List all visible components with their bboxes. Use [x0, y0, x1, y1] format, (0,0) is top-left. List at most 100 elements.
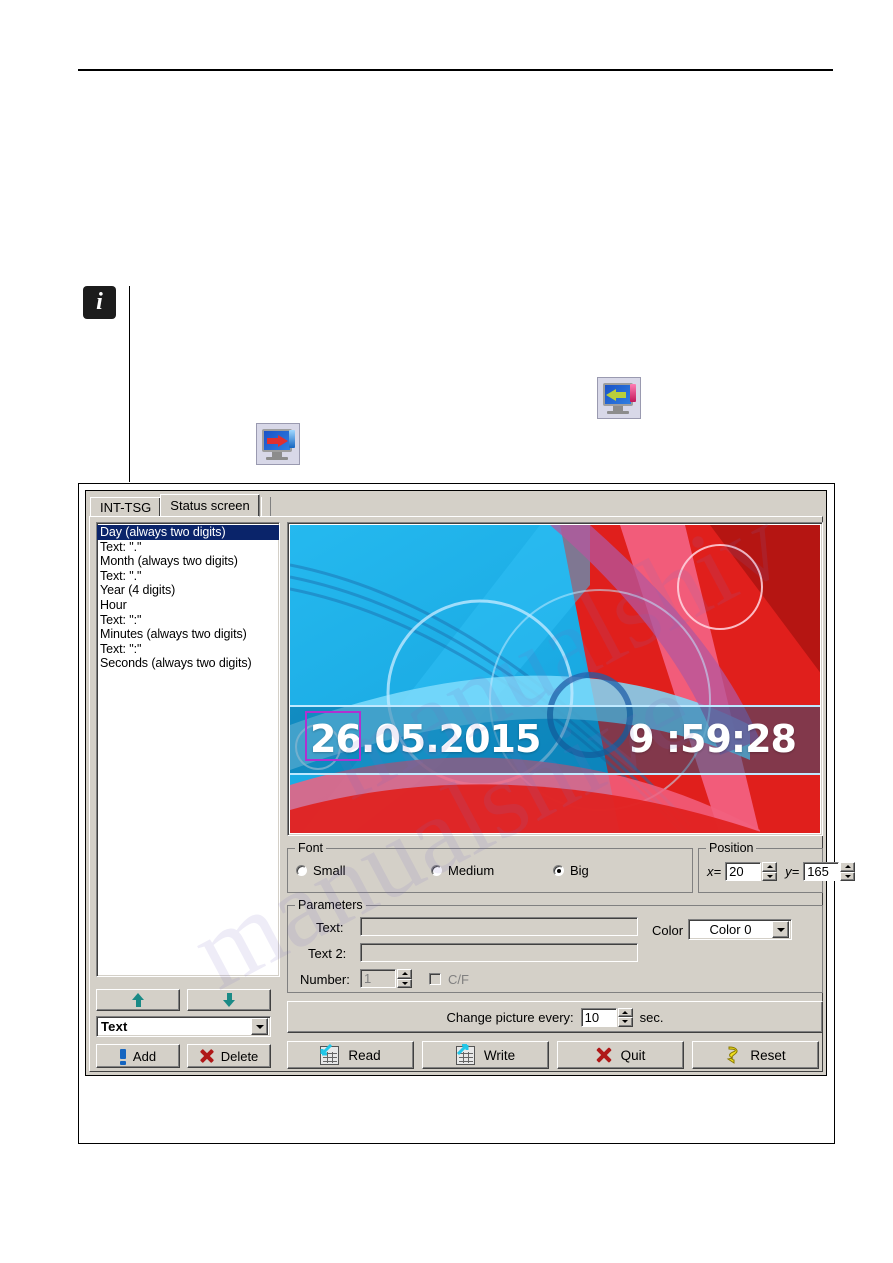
reset-button[interactable]: Reset [692, 1041, 819, 1069]
stepper-up-button[interactable] [840, 862, 856, 872]
write-button[interactable]: Write [422, 1041, 549, 1069]
arrow-down-icon [223, 993, 235, 1007]
element-list-items: Day (always two digits) Text: "." Month … [97, 523, 279, 671]
change-picture-unit: sec. [639, 1009, 664, 1025]
triangle-up-icon [622, 1010, 629, 1014]
arrow-right-glyph [278, 435, 288, 447]
radio-font-medium-label: Medium [448, 863, 495, 878]
triangle-down-icon [401, 981, 408, 985]
read-button[interactable]: Read [287, 1041, 414, 1069]
add-button[interactable]: Add [96, 1044, 180, 1068]
page-header-rule [78, 69, 833, 71]
element-type-combo[interactable]: Text [96, 1016, 271, 1037]
position-x-stepper[interactable]: 20 [725, 862, 778, 881]
position-row: x= 20 y= 165 [707, 862, 856, 881]
list-item[interactable]: Minutes (always two digits) [97, 627, 279, 642]
tab-int-tsg[interactable]: INT-TSG [90, 497, 162, 517]
number-stepper[interactable]: 1 [360, 969, 412, 988]
change-picture-stepper-buttons[interactable] [617, 1007, 633, 1027]
preview-wallpaper [290, 525, 820, 833]
delete-button-label: Delete [220, 1048, 259, 1064]
chevron-down-icon[interactable] [251, 1018, 268, 1035]
number-stepper-buttons[interactable] [397, 969, 412, 988]
quit-button[interactable]: Quit [557, 1041, 684, 1069]
list-item[interactable]: Text: "." [97, 569, 279, 584]
reset-button-label: Reset [750, 1047, 786, 1063]
change-picture-value[interactable]: 10 [580, 1007, 617, 1027]
monitor-base [266, 457, 288, 460]
number-value[interactable]: 1 [360, 969, 396, 988]
arrow-tail [267, 438, 279, 444]
change-picture-stepper[interactable]: 10 [580, 1007, 633, 1027]
element-list[interactable]: Day (always two digits) Text: "." Month … [96, 522, 280, 977]
position-group-legend: Position [706, 841, 757, 855]
position-y-value[interactable]: 165 [803, 862, 840, 881]
cf-checkbox[interactable] [429, 973, 441, 985]
position-y-stepper-buttons[interactable] [840, 862, 856, 881]
radio-font-big[interactable]: Big [553, 863, 589, 878]
parameters-group-legend: Parameters [295, 898, 366, 912]
tab-status-screen[interactable]: Status screen [160, 494, 260, 517]
text2-field[interactable] [360, 943, 638, 962]
tab-strip-filler [260, 497, 271, 517]
move-up-button[interactable] [96, 989, 180, 1011]
monitor-write-icon [256, 423, 300, 465]
x-mark-icon [596, 1047, 612, 1063]
font-group: Font Small Medium Big [287, 841, 693, 893]
parameters-group: Parameters Text: Text 2: Number: 1 C/F C… [287, 898, 823, 993]
read-button-label: Read [348, 1047, 381, 1063]
list-item[interactable]: Seconds (always two digits) [97, 656, 279, 671]
write-grid-icon [455, 1043, 475, 1065]
stepper-up-button[interactable] [617, 1007, 633, 1017]
triangle-down-icon [766, 874, 773, 878]
radio-font-big-label: Big [570, 863, 589, 878]
delete-button[interactable]: Delete [187, 1044, 271, 1068]
stepper-down-button[interactable] [397, 978, 412, 988]
text-field-label: Text: [316, 920, 344, 935]
list-item[interactable]: Text: "." [97, 540, 279, 555]
list-item[interactable]: Text: ":" [97, 642, 279, 657]
stepper-up-button[interactable] [397, 969, 412, 979]
font-group-legend: Font [295, 841, 327, 855]
font-radio-row: Small Medium Big [296, 863, 589, 878]
cable-bar [630, 384, 636, 402]
position-y-stepper[interactable]: 165 [803, 862, 856, 881]
stepper-down-button[interactable] [840, 871, 856, 881]
monitor-read-icon [597, 377, 641, 419]
stepper-down-button[interactable] [617, 1017, 633, 1027]
text-field[interactable] [360, 917, 638, 936]
text2-field-label: Text 2: [308, 946, 347, 961]
x-mark-icon [200, 1049, 214, 1063]
list-item[interactable]: Hour [97, 598, 279, 613]
preview-time: 9 :59:28 [628, 717, 797, 761]
stepper-up-button[interactable] [762, 862, 778, 872]
arrow-tail [615, 392, 626, 398]
preview-selection-rect[interactable] [305, 711, 361, 761]
list-item[interactable]: Day (always two digits) [97, 525, 279, 540]
list-item[interactable]: Text: ":" [97, 613, 279, 628]
move-down-button[interactable] [187, 989, 271, 1011]
position-x-label: x= [707, 864, 722, 879]
position-x-value[interactable]: 20 [725, 862, 762, 881]
radio-dot-selected [553, 865, 564, 876]
list-item[interactable]: Month (always two digits) [97, 554, 279, 569]
position-x-stepper-buttons[interactable] [762, 862, 778, 881]
add-button-label: Add [132, 1048, 157, 1064]
color-dropdown[interactable]: Color 0 [688, 919, 792, 940]
stepper-down-button[interactable] [762, 871, 778, 881]
color-dropdown-value: Color 0 [709, 922, 752, 937]
position-y-label: y= [785, 864, 800, 879]
radio-font-small[interactable]: Small [296, 863, 431, 878]
radio-font-medium[interactable]: Medium [431, 863, 553, 878]
monitor-base [607, 411, 629, 414]
screen-preview[interactable]: 26.05.2015 9 :59:28 [287, 522, 823, 836]
position-group: Position x= 20 y= 165 [698, 841, 856, 893]
list-item[interactable]: Year (4 digits) [97, 583, 279, 598]
info-icon: i [83, 286, 116, 319]
status-screen-dialog: INT-TSG Status screen Day (always two di… [85, 490, 856, 1076]
triangle-down-icon [844, 874, 851, 878]
chevron-down-icon[interactable] [772, 921, 789, 938]
reset-arrow-icon [725, 1046, 741, 1064]
exclamation-icon [119, 1048, 126, 1065]
radio-dot [431, 865, 442, 876]
